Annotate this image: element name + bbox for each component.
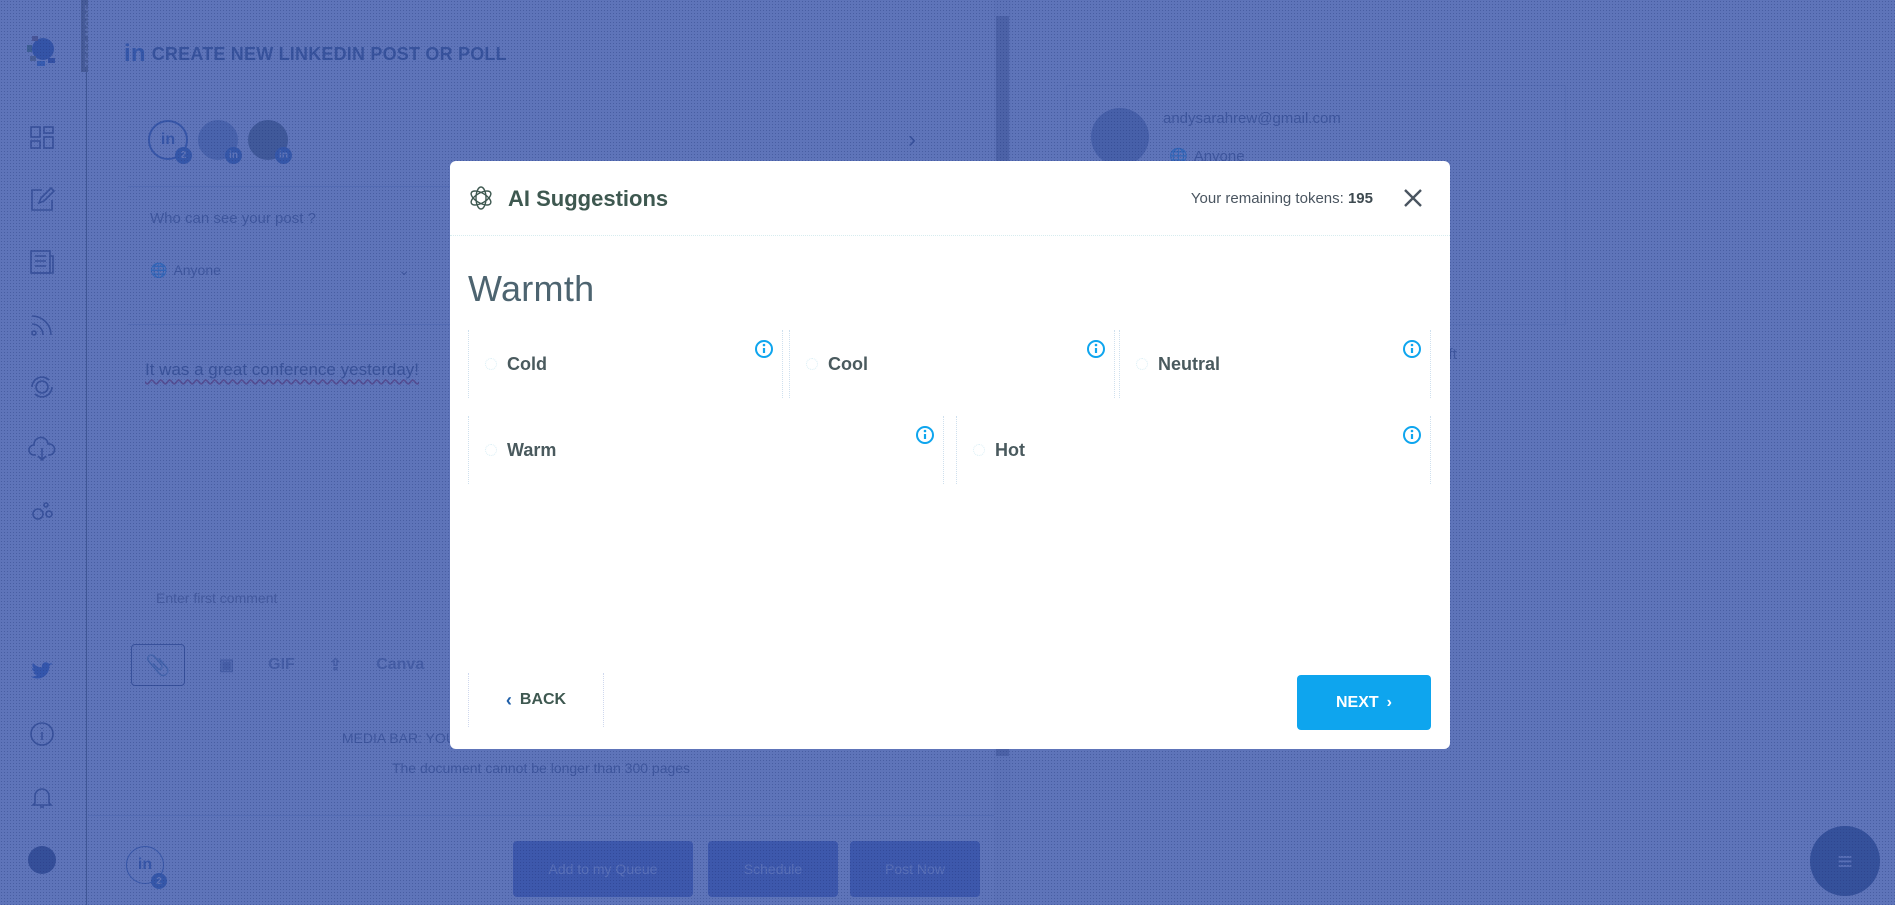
close-icon[interactable] [1402,187,1424,209]
back-button[interactable]: ‹ BACK [468,673,604,727]
option-warm[interactable]: Warm [468,416,944,484]
radio-button[interactable] [1136,358,1148,370]
ai-suggestions-modal: AI Suggestions Your remaining tokens: 19… [450,161,1450,749]
chevron-right-icon: › [1386,693,1392,711]
info-icon[interactable] [1402,425,1422,445]
modal-header: AI Suggestions Your remaining tokens: 19… [450,161,1450,236]
info-icon[interactable] [754,339,774,359]
option-cold[interactable]: Cold [468,330,783,398]
radio-button[interactable] [485,358,497,370]
radio-button[interactable] [806,358,818,370]
option-neutral[interactable]: Neutral [1119,330,1431,398]
radio-button[interactable] [973,444,985,456]
next-button[interactable]: NEXT › [1297,675,1431,730]
openai-icon [470,186,492,210]
modal-title: AI Suggestions [508,186,669,211]
remaining-tokens: Your remaining tokens: 195 [1190,190,1373,207]
info-icon[interactable] [1402,339,1422,359]
option-hot[interactable]: Hot [956,416,1431,484]
info-icon[interactable] [1086,339,1106,359]
chevron-left-icon: ‹ [505,689,512,710]
tokens-count: 195 [1347,190,1373,207]
option-cool[interactable]: Cool [789,330,1115,398]
info-icon[interactable] [915,425,935,445]
section-title: Warmth [468,268,595,309]
radio-button[interactable] [485,444,497,456]
